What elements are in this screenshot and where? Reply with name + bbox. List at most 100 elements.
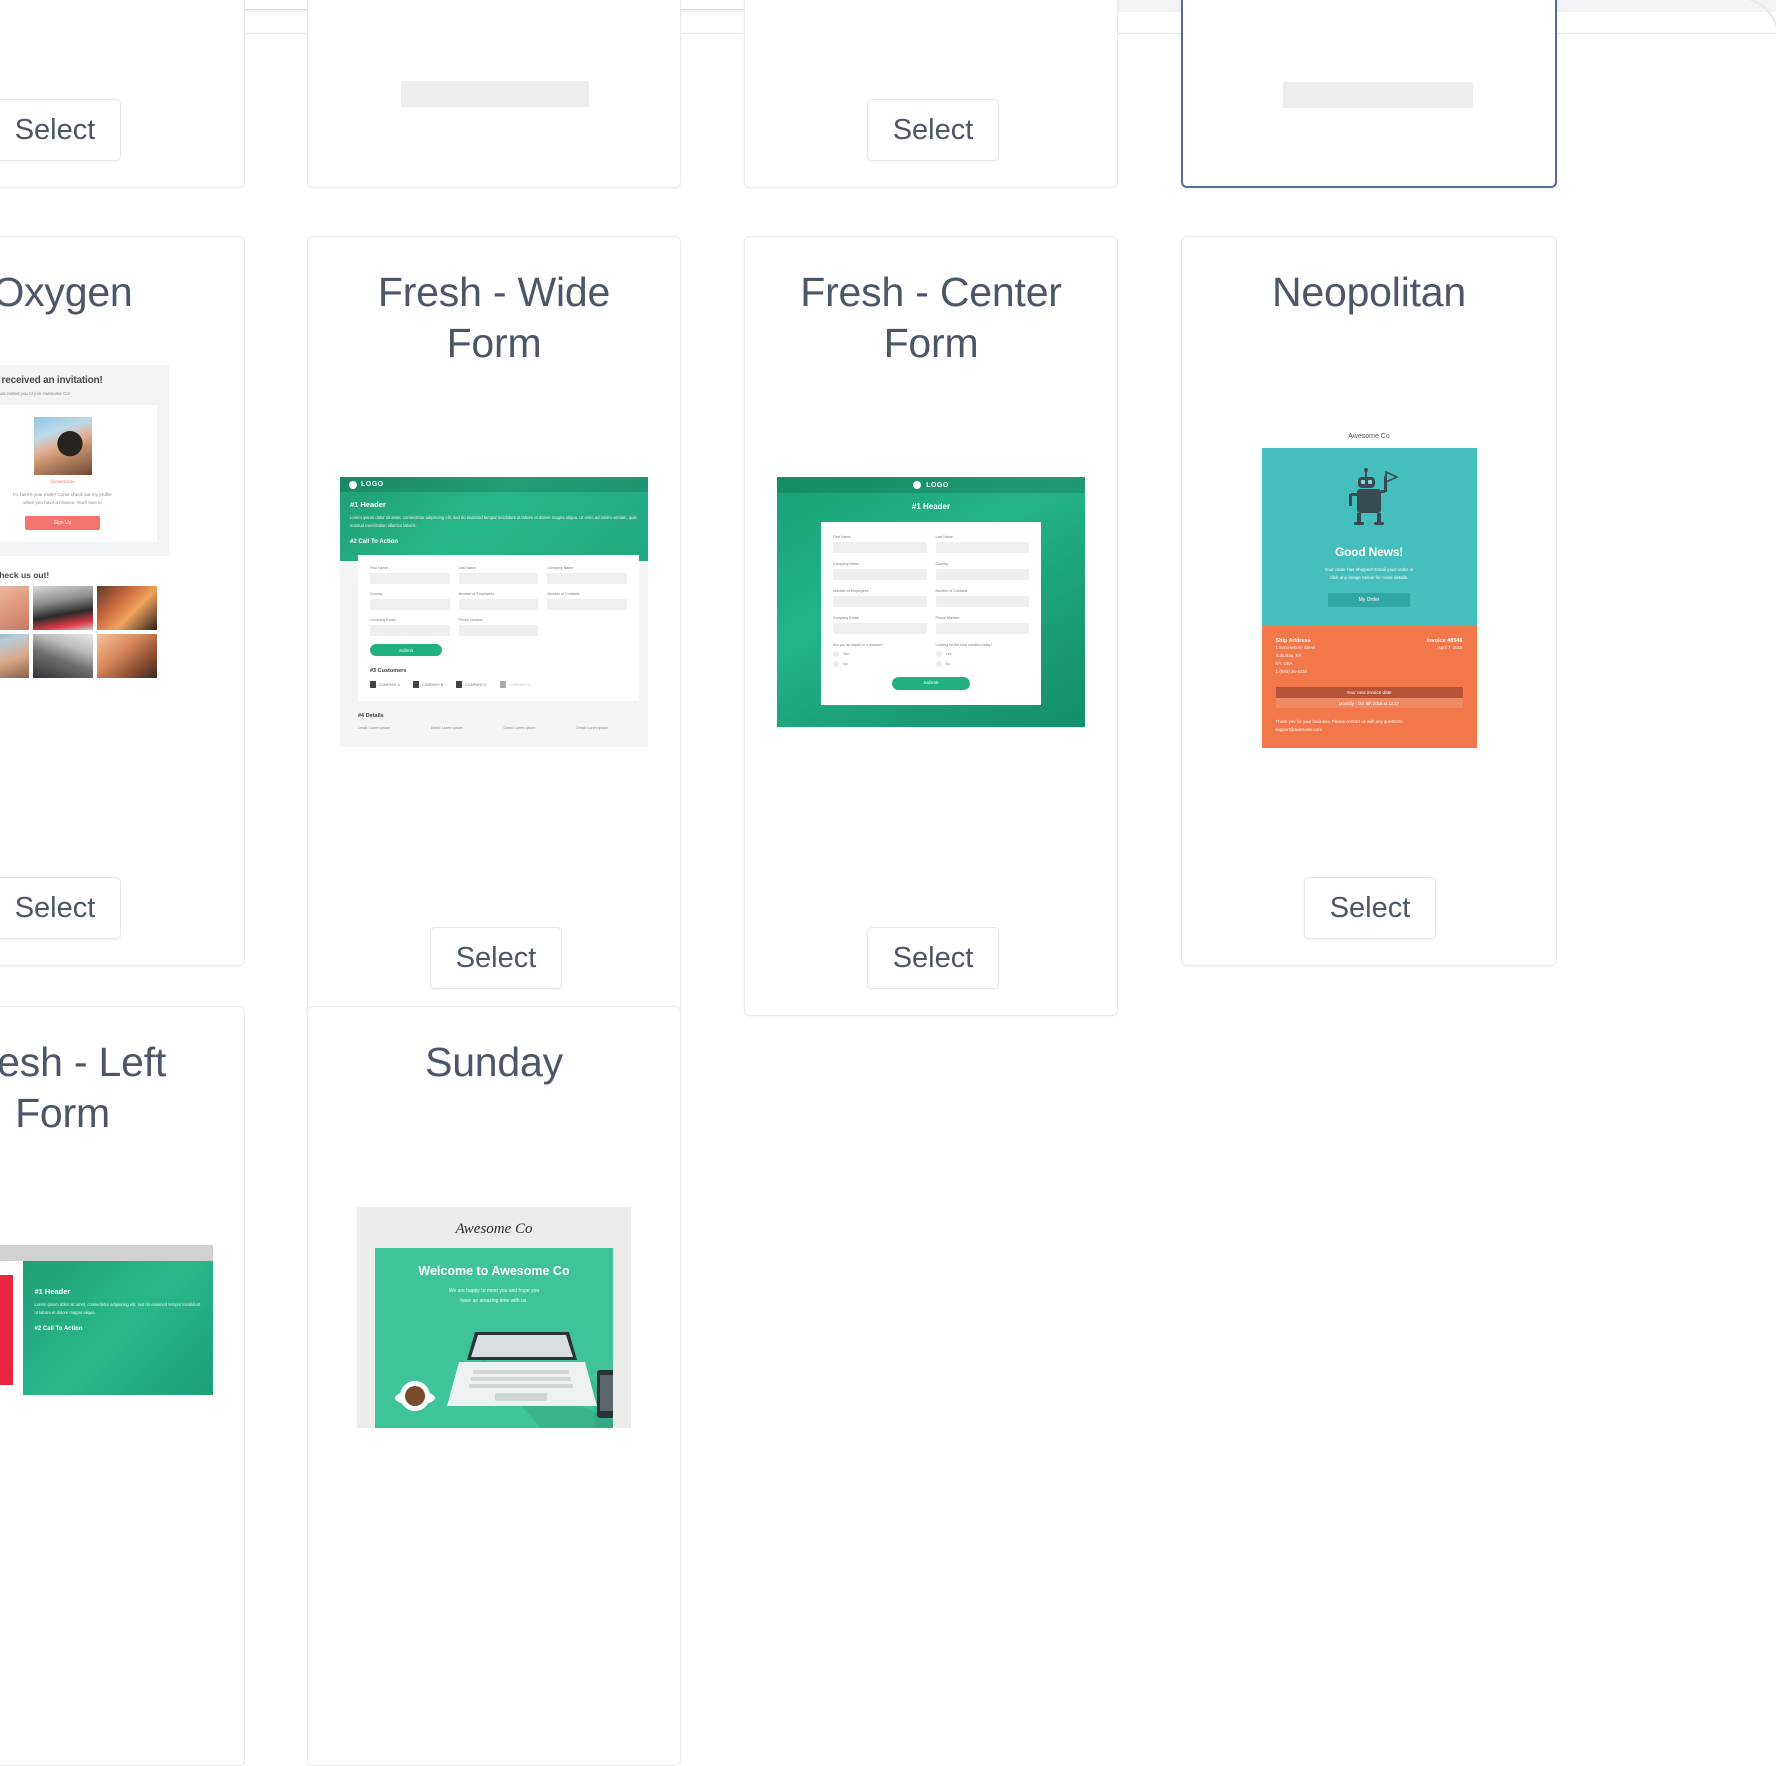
field-input — [458, 573, 539, 585]
fresh-wide-topbar: LOGO — [340, 477, 648, 492]
fresh-center-topbar: LOGO — [777, 477, 1085, 493]
template-thumbnail-oxygen: You've received an invitation! Awesome C… — [0, 365, 244, 690]
fresh-wide-customers-heading: #3 Customers — [370, 668, 407, 675]
oxygen-photo-2 — [32, 585, 93, 630]
logo-dot-icon — [349, 480, 357, 489]
field-input — [935, 542, 1029, 553]
neopolitan-order-button: My Order — [1328, 592, 1410, 607]
template-card-fresh-center-form[interactable]: Fresh - Center Form LOGO #1 Header First… — [744, 236, 1118, 1016]
oxygen-photo-6 — [96, 633, 157, 678]
field-label: Country — [370, 592, 383, 597]
company-logo-icon — [370, 681, 376, 689]
template-thumbnail-neopolitan: Awesome Co Good News! Your order has shi… — [1182, 427, 1556, 748]
template-title: Fresh - Left Form — [0, 1039, 167, 1136]
neopolitan-heading: Good News! — [1334, 545, 1403, 559]
select-button[interactable]: Select — [867, 99, 999, 161]
radio-label: No — [843, 662, 848, 666]
field-input — [833, 569, 927, 580]
customer-name: COMPANY B — [422, 682, 444, 687]
select-button[interactable]: Select — [430, 927, 562, 989]
question-label: Looking for the best solution today? — [935, 643, 993, 647]
oxygen-photo-3 — [96, 585, 157, 630]
company-logo-icon — [499, 681, 506, 689]
field-label: First Name — [370, 566, 388, 571]
address-line: 1 Somewhere Street — [1275, 644, 1316, 650]
sunday-illustration — [391, 1318, 613, 1428]
company-logo-icon — [413, 681, 420, 689]
template-card-neopolitan[interactable]: Neopolitan Awesome Co Good News! Your or… — [1181, 236, 1557, 966]
oxygen-photo-5 — [32, 633, 93, 678]
field-label: Number of Employees — [833, 589, 869, 593]
fresh-wide-submit-button: Submit — [370, 644, 442, 657]
neopolitan-bar-primary: Your next invoice date — [1275, 687, 1463, 699]
oxygen-photo-1 — [0, 585, 29, 630]
oxygen-photo-grid — [0, 585, 157, 678]
field-input — [370, 599, 450, 611]
template-card-oxygen[interactable]: Oxygen You've received an invitation! Aw… — [0, 236, 245, 966]
address-line: Suburbia, NY — [1275, 652, 1302, 658]
template-thumbnail-fresh-left: #1 Header Lorem ipsum dolor sit amet, co… — [0, 1245, 244, 1395]
template-thumbnail-sunday: Awesome Co Welcome to Awesome Co We are … — [308, 1207, 680, 1428]
field-label: Number of Contacts — [547, 592, 580, 597]
radio-icon — [833, 651, 839, 657]
oxygen-heading: You've received an invitation! — [0, 375, 103, 386]
radio-label: No — [945, 662, 951, 666]
fresh-left-topbar — [0, 1245, 213, 1261]
template-card[interactable]: Select — [0, 0, 245, 188]
oxygen-gallery-heading: Come check us out! — [0, 569, 50, 580]
field-label: Number of Employees — [458, 592, 495, 597]
field-label: Phone Number — [935, 616, 960, 620]
template-card-sunday[interactable]: Sunday Awesome Co Welcome to Awesome Co … — [307, 1006, 681, 1766]
customer-name: COMPANY C — [465, 682, 487, 687]
template-card[interactable] — [307, 0, 681, 188]
robot-icon — [1349, 468, 1399, 525]
fresh-wide-details-heading: #4 Details — [358, 713, 384, 720]
select-button[interactable]: Select — [867, 927, 999, 989]
radio-icon — [935, 651, 942, 657]
fresh-wide-paragraph: Lorem ipsum dolor sit amet, consectetur … — [350, 515, 637, 528]
select-button[interactable]: Select — [0, 877, 121, 939]
field-input — [935, 569, 1029, 580]
fresh-left-image — [0, 1261, 23, 1395]
fresh-left-paragraph: Lorem ipsum dolor sit amet, consectetur … — [34, 1302, 201, 1315]
field-input — [833, 542, 927, 553]
select-button[interactable]: Select — [0, 99, 121, 161]
fresh-left-h2: #2 Call To Action — [34, 1326, 83, 1333]
fresh-center-submit-button: Submit — [892, 677, 970, 690]
customer-name: COMPANY D — [508, 682, 531, 687]
field-input — [370, 625, 450, 637]
detail-line: Detail: Lorem ipsum — [430, 726, 463, 731]
company-logo-icon — [456, 681, 463, 689]
template-thumbnail-fresh-wide: LOGO #1 Header Lorem ipsum dolor sit ame… — [308, 477, 680, 747]
neopolitan-order-title: Invoice #8546 — [1426, 637, 1463, 644]
question-label: Are you an expert in a domain? — [833, 643, 883, 647]
field-label: Last Name — [458, 566, 477, 571]
field-label: Company Email — [370, 618, 396, 623]
detail-line: Detail: Lorem ipsum — [576, 726, 609, 731]
template-card-selected[interactable] — [1181, 0, 1557, 188]
fresh-wide-h1: #1 Header — [350, 500, 386, 509]
field-label: Phone Number — [458, 618, 483, 623]
oxygen-photo-4 — [0, 633, 29, 678]
neopolitan-order-sub: April 7, 2015 — [1437, 644, 1463, 650]
field-input — [935, 596, 1029, 607]
field-input — [458, 599, 539, 611]
fresh-left-h1: #1 Header — [34, 1287, 71, 1296]
template-card-fresh-left-form[interactable]: Fresh - Left Form #1 Header Lorem ipsum … — [0, 1006, 245, 1766]
template-title: Fresh - Center Form — [800, 269, 1062, 366]
address-line: NY, USA — [1275, 660, 1293, 666]
template-card[interactable]: Select — [744, 0, 1118, 188]
thumbnail-placeholder — [1283, 82, 1473, 108]
field-input — [935, 623, 1029, 634]
oxygen-signup-button: Sign Up — [25, 515, 100, 530]
select-button[interactable]: Select — [1304, 877, 1436, 939]
fresh-wide-h2: #2 Call To Action — [350, 539, 399, 546]
field-label: Last Name — [935, 535, 953, 539]
field-label: Company Name — [547, 566, 574, 571]
field-input — [833, 623, 927, 634]
template-card-fresh-wide-form[interactable]: Fresh - Wide Form LOGO #1 Header Lorem i… — [307, 236, 681, 1016]
fresh-wide-form-card: First Name Last Name Company Name Countr… — [358, 555, 639, 702]
field-label: Company Email — [833, 616, 859, 620]
sunday-brand: Awesome Co — [455, 1221, 533, 1237]
template-thumbnail-fresh-center: LOGO #1 Header First Name Last Name Comp… — [745, 477, 1117, 727]
